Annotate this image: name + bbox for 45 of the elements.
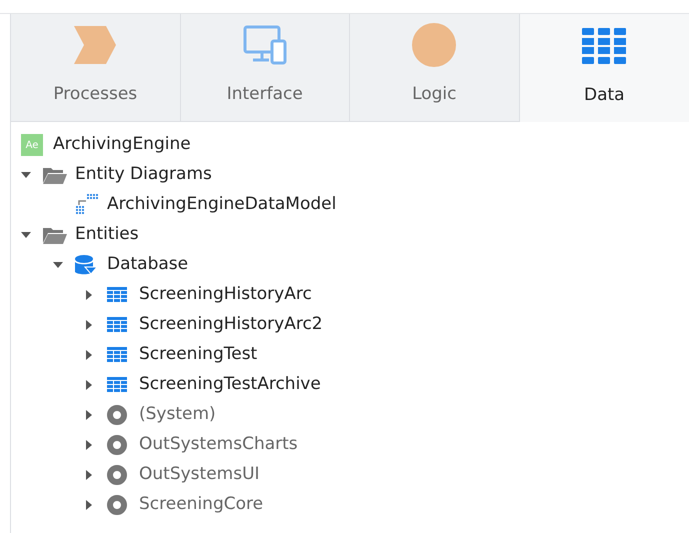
collapsed-arrow-icon[interactable] [85, 320, 93, 330]
tree-item-label[interactable]: ArchivingEngine [53, 132, 191, 158]
tab[interactable]: Data [520, 14, 689, 122]
collapsed-arrow-icon[interactable] [85, 500, 93, 510]
collapsed-arrow-icon[interactable] [85, 290, 93, 300]
tree-item-label[interactable]: ArchivingEngineDataModel [107, 192, 336, 218]
tab[interactable]: Processes [11, 14, 181, 122]
expanded-arrow-icon[interactable] [53, 261, 63, 269]
expanded-arrow-icon[interactable] [21, 231, 31, 239]
table-icon [107, 377, 127, 393]
diagram-icon [75, 194, 99, 216]
folder-icon [43, 226, 67, 244]
tree-item-label[interactable]: ScreeningTest [139, 342, 258, 368]
table-icon [582, 28, 626, 64]
tree-item-label[interactable]: ScreeningCore [139, 492, 264, 518]
collapsed-arrow-icon[interactable] [85, 440, 93, 450]
circle-icon [412, 22, 456, 66]
tab[interactable]: Interface [180, 14, 350, 122]
tree-item-label[interactable]: Entities [75, 222, 139, 248]
monitor-and-phone-icon [242, 24, 287, 64]
tree-item-label[interactable]: OutSystemsUI [139, 462, 260, 488]
expanded-arrow-icon[interactable] [21, 171, 31, 179]
table-icon [107, 317, 127, 333]
chevron-icon [74, 26, 116, 64]
tab[interactable]: Logic [350, 14, 520, 122]
collapsed-arrow-icon[interactable] [85, 470, 93, 480]
folder-icon [43, 166, 67, 184]
table-icon [107, 287, 127, 303]
tree-item-label[interactable]: ScreeningTestArchive [139, 372, 321, 398]
tree-item-label[interactable]: ScreeningHistoryArc [139, 282, 312, 308]
tree-item-label[interactable]: ScreeningHistoryArc2 [139, 312, 323, 338]
ring-icon [107, 405, 127, 425]
tree-item-label[interactable]: Entity Diagrams [75, 162, 212, 188]
collapsed-arrow-icon[interactable] [85, 380, 93, 390]
ring-icon [107, 495, 127, 515]
module-icon: Ae [21, 134, 43, 156]
collapsed-arrow-icon[interactable] [85, 410, 93, 420]
collapsed-arrow-icon[interactable] [85, 350, 93, 360]
table-icon [107, 347, 127, 363]
tree-item-label[interactable]: OutSystemsCharts [139, 432, 298, 458]
database-icon [75, 255, 97, 275]
ring-icon [107, 435, 127, 455]
ring-icon [107, 465, 127, 485]
tree-item-label[interactable]: (System) [139, 402, 216, 428]
tree-item-label[interactable]: Database [107, 252, 188, 278]
